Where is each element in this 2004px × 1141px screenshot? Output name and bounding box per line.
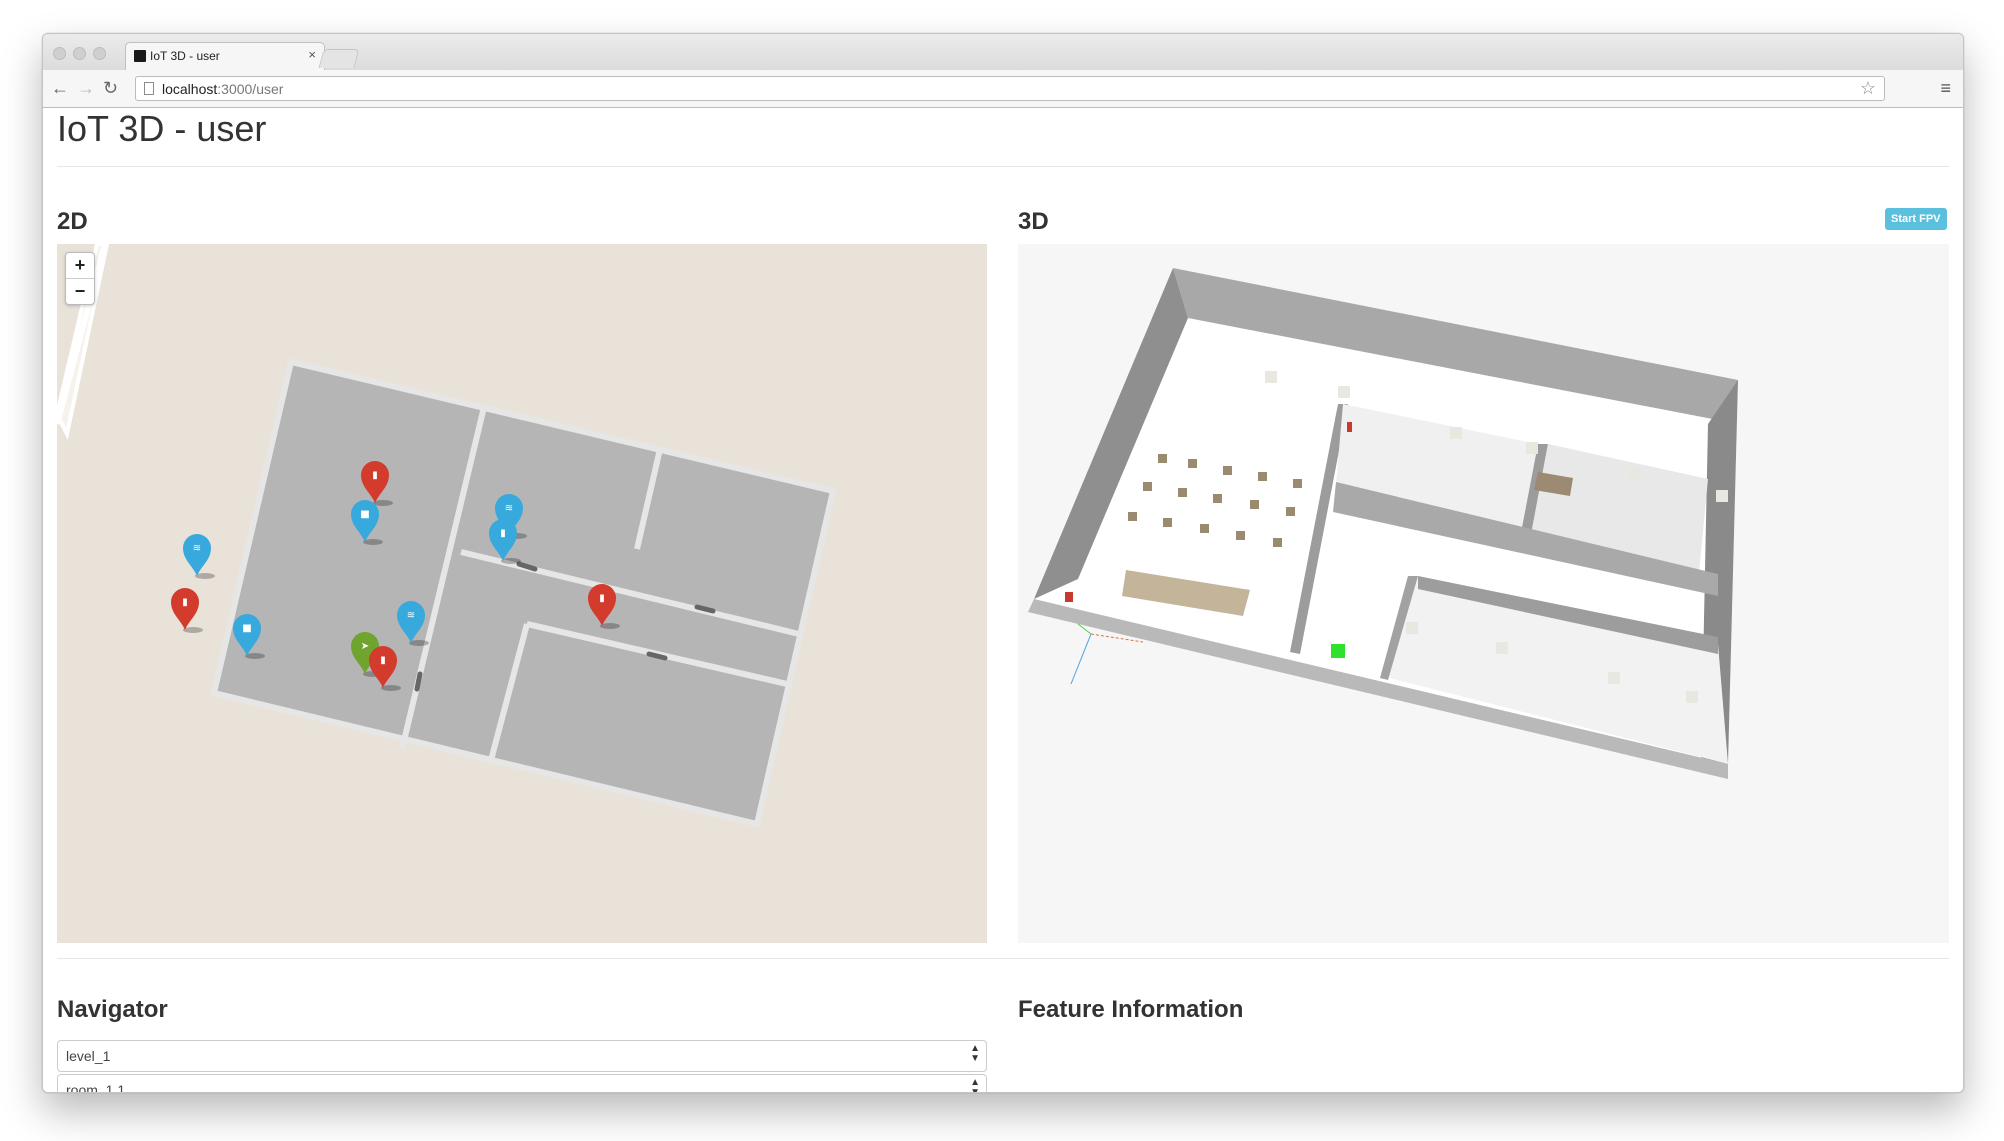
browser-menu-icon[interactable]: ≡ (1940, 78, 1951, 99)
divider (57, 166, 1949, 167)
panel-title-2d: 2D (57, 208, 88, 235)
minimize-window-button[interactable] (73, 47, 86, 60)
fire-extinguisher-icon: ▮ (372, 470, 378, 481)
room-select[interactable]: room_1.1 ▲ ▼ (57, 1074, 987, 1093)
zoom-out-button[interactable]: − (66, 279, 94, 304)
map-2d[interactable]: ▮ ■ ≋ ▮ ≋ ▮ ■ ≋ ▮ ➤ ▮ + − (57, 244, 987, 943)
maximize-window-button[interactable] (93, 47, 106, 60)
camera-icon: ■ (242, 623, 251, 634)
room-select-value: room_1.1 (66, 1082, 126, 1093)
page-content: IoT 3D - user 2D 3D Start FPV ▮ ■ ≋ ▮ ≋ … (43, 108, 1963, 1092)
tab-close-icon[interactable]: × (308, 47, 316, 62)
signal-icon: ▮ (500, 528, 506, 539)
fire-extinguisher-marker[interactable]: ▮ (171, 588, 203, 633)
camera-marker[interactable]: ■ (351, 500, 383, 545)
bookmark-star-icon[interactable]: ☆ (1860, 78, 1876, 99)
zoom-control: + − (65, 252, 95, 305)
divider (57, 958, 1949, 959)
wifi-marker[interactable]: ≋ (183, 534, 215, 579)
camera-icon: ■ (360, 509, 369, 520)
marker-layer: ▮ ■ ≋ ▮ ≋ ▮ ■ ≋ ▮ ➤ ▮ (171, 461, 620, 691)
select-arrows-icon: ▲ ▼ (970, 1043, 980, 1064)
wifi-marker[interactable]: ≋ (397, 601, 429, 646)
fire-extinguisher-icon: ▮ (182, 597, 188, 608)
wifi-icon: ≋ (505, 503, 513, 514)
camera-marker[interactable]: ■ (233, 614, 265, 659)
wifi-icon: ≋ (407, 610, 415, 621)
view-3d[interactable] (1018, 244, 1949, 943)
fire-extinguisher-icon: ▮ (599, 593, 605, 604)
building-3d-render (1028, 268, 1738, 779)
url-text: localhost:3000/user (162, 81, 284, 97)
reload-icon[interactable]: ↻ (103, 77, 118, 99)
zoom-in-button[interactable]: + (66, 253, 94, 279)
fire-extinguisher-marker[interactable]: ▮ (369, 646, 401, 691)
wifi-icon: ≋ (193, 543, 201, 554)
page-icon (144, 82, 154, 95)
signal-marker[interactable]: ▮ (489, 519, 521, 564)
navigation-arrow-icon: ➤ (361, 641, 369, 652)
navigator-title: Navigator (57, 996, 168, 1023)
tab-title: IoT 3D - user (150, 49, 220, 63)
level-select-value: level_1 (66, 1048, 111, 1064)
page-title: IoT 3D - user (57, 108, 267, 149)
terminal-favicon-icon (134, 50, 146, 62)
panel-title-3d: 3D (1018, 208, 1049, 235)
feature-information-title: Feature Information (1018, 996, 1244, 1023)
forward-arrow-icon[interactable]: → (77, 77, 95, 99)
tab-bar: IoT 3D - user × (43, 34, 1963, 70)
fire-extinguisher-icon: ▮ (380, 655, 386, 666)
start-fpv-button[interactable]: Start FPV (1885, 208, 1947, 230)
select-arrows-icon: ▲ ▼ (970, 1077, 980, 1093)
browser-tab[interactable]: IoT 3D - user × (125, 42, 325, 70)
browser-window: IoT 3D - user × ← → ↻ localhost:3000/use… (42, 33, 1964, 1093)
address-bar[interactable]: localhost:3000/user ☆ (135, 76, 1885, 101)
level-select[interactable]: level_1 ▲ ▼ (57, 1040, 987, 1072)
close-window-button[interactable] (53, 47, 66, 60)
fire-extinguisher-marker[interactable]: ▮ (361, 461, 393, 506)
new-tab-button[interactable] (318, 49, 360, 68)
back-arrow-icon[interactable]: ← (51, 77, 69, 99)
browser-toolbar: ← → ↻ localhost:3000/user ☆ ≡ (43, 70, 1963, 108)
fire-extinguisher-marker[interactable]: ▮ (588, 584, 620, 629)
